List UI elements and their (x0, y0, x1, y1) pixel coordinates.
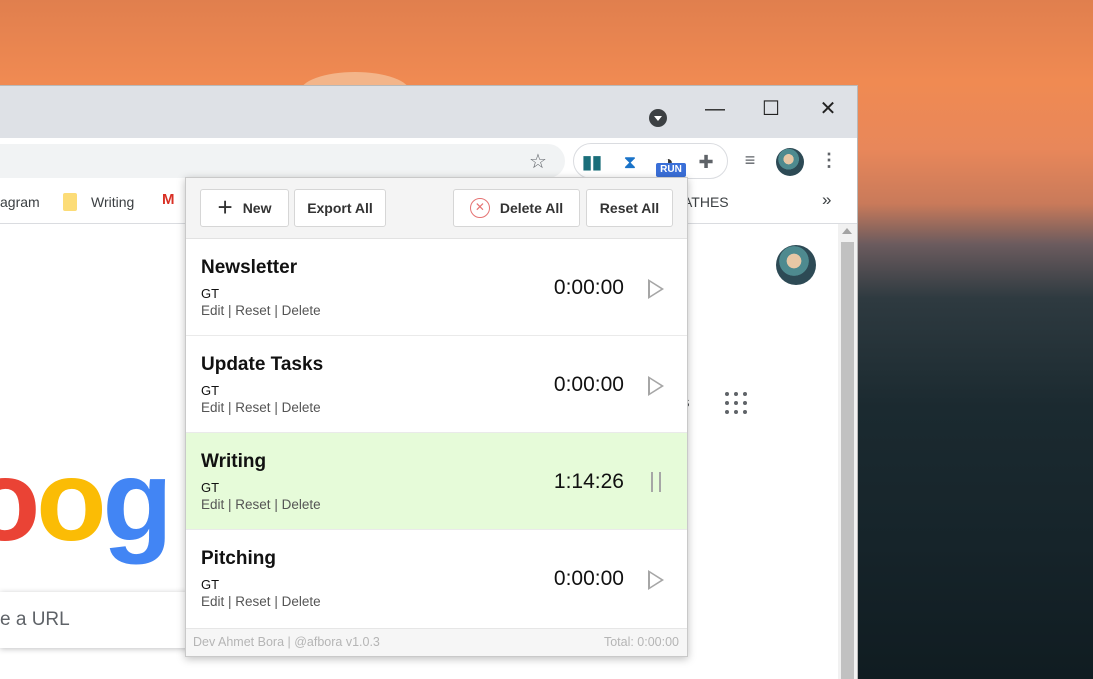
scroll-up-icon[interactable] (842, 228, 852, 234)
total-time: Total: 0:00:00 (603, 635, 679, 649)
maximize-button[interactable]: ☐ (751, 94, 791, 124)
reset-link[interactable]: Reset (235, 400, 270, 415)
new-button-label: New (242, 200, 272, 216)
play-icon[interactable] (648, 279, 664, 299)
task-row: Newsletter GT Edit | Reset | Delete 0:00… (186, 239, 687, 336)
task-row-active: Writing GT Edit | Reset | Delete 1:14:26 (186, 433, 687, 530)
pause-icon[interactable] (651, 472, 661, 492)
delete-link[interactable]: Delete (282, 594, 321, 609)
delete-all-label: Delete All (499, 200, 564, 216)
bookmark-writing[interactable]: Writing (91, 194, 134, 210)
export-all-button[interactable]: Export All (294, 189, 386, 227)
task-title: Pitching (201, 548, 276, 569)
run-badge: RUN (656, 163, 686, 177)
hourglass-icon[interactable]: ⧗ (616, 148, 644, 176)
extensions-group: ▮▮ ⧗ ◔ ✚ (573, 143, 728, 179)
task-actions: Edit | Reset | Delete (201, 400, 321, 415)
timer-popup: + New Export All ✕ Delete All Reset All … (185, 177, 688, 657)
folder-icon (63, 193, 77, 211)
google-account-avatar[interactable] (776, 245, 816, 285)
task-row: Update Tasks GT Edit | Reset | Delete 0:… (186, 336, 687, 433)
popup-footer: Dev Ahmet Bora | @afbora v1.0.3 Total: 0… (186, 628, 687, 656)
media-control-icon[interactable]: ≡ (736, 146, 764, 174)
bookmarks-overflow-icon[interactable]: » (822, 190, 831, 210)
search-placeholder: e a URL (0, 609, 70, 630)
task-time: 0:00:00 (553, 276, 624, 299)
bookmark-star-icon[interactable]: ☆ (529, 149, 547, 174)
task-row: Pitching GT Edit | Reset | Delete 0:00:0… (186, 530, 687, 627)
address-bar[interactable] (0, 144, 565, 178)
edit-link[interactable]: Edit (201, 400, 224, 415)
task-time: 0:00:00 (553, 567, 624, 590)
task-title: Writing (201, 451, 267, 472)
task-time: 0:00:00 (553, 373, 624, 396)
gmail-icon[interactable]: M (162, 191, 175, 208)
delete-link[interactable]: Delete (282, 303, 321, 318)
task-title: Update Tasks (201, 354, 324, 375)
reset-link[interactable]: Reset (235, 497, 270, 512)
delete-link[interactable]: Delete (282, 497, 321, 512)
reset-all-button[interactable]: Reset All (586, 189, 673, 227)
delete-x-icon: ✕ (469, 198, 490, 218)
profile-avatar[interactable] (776, 148, 804, 176)
close-button[interactable]: ✕ (808, 94, 848, 124)
scroll-thumb[interactable] (841, 242, 854, 679)
task-actions: Edit | Reset | Delete (201, 594, 321, 609)
new-button[interactable]: + New (200, 189, 289, 227)
task-time: 1:14:26 (553, 470, 624, 493)
popup-toolbar: + New Export All ✕ Delete All Reset All (186, 178, 687, 239)
title-bar: — ☐ ✕ (0, 86, 857, 138)
task-title: Newsletter (201, 257, 298, 278)
task-tag: GT (201, 383, 220, 398)
plus-icon: + (217, 192, 233, 222)
puzzle-icon[interactable]: ✚ (692, 148, 720, 176)
page-scrollbar[interactable] (838, 224, 857, 679)
task-actions: Edit | Reset | Delete (201, 303, 321, 318)
reset-link[interactable]: Reset (235, 303, 270, 318)
edit-link[interactable]: Edit (201, 594, 224, 609)
delete-all-button[interactable]: ✕ Delete All (453, 189, 580, 227)
menu-dots-icon[interactable]: ⋮ (815, 146, 843, 174)
google-apps-icon[interactable] (725, 392, 747, 414)
bookmark-instagram[interactable]: agram (0, 194, 40, 210)
tab-search-icon[interactable] (649, 109, 667, 127)
task-tag: GT (201, 286, 220, 301)
play-icon[interactable] (648, 376, 664, 396)
browser-toolbar: ☆ ▮▮ ⧗ ◔ ✚ ≡ ⋮ (0, 138, 857, 182)
minimize-button[interactable]: — (695, 94, 735, 124)
delete-link[interactable]: Delete (282, 400, 321, 415)
task-tag: GT (201, 480, 220, 495)
edit-link[interactable]: Edit (201, 497, 224, 512)
play-icon[interactable] (648, 570, 664, 590)
task-actions: Edit | Reset | Delete (201, 497, 321, 512)
bookmark-athes[interactable]: ATHES (683, 194, 729, 210)
edit-link[interactable]: Edit (201, 303, 224, 318)
extension-bars-icon[interactable]: ▮▮ (578, 148, 606, 176)
task-tag: GT (201, 577, 220, 592)
google-logo: oog (0, 437, 173, 565)
reset-link[interactable]: Reset (235, 594, 270, 609)
developer-credit: Dev Ahmet Bora | @afbora v1.0.3 (193, 635, 380, 649)
